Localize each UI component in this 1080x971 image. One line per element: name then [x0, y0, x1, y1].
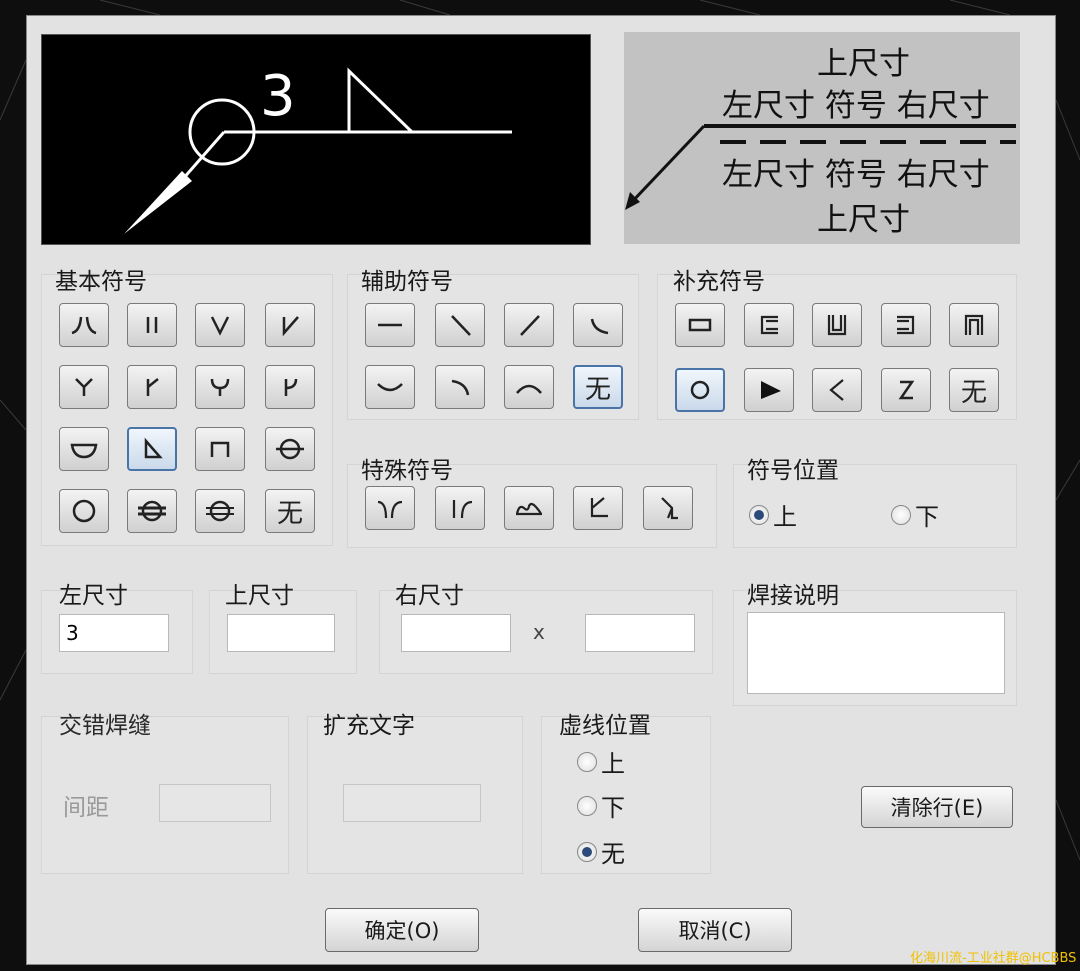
supp-symbol-bracket-left-button[interactable] [744, 303, 794, 347]
aux-symbol-convex-button[interactable] [504, 365, 554, 409]
basic-symbol-half-y-button[interactable] [127, 365, 177, 409]
special-symbol-flare-button[interactable] [365, 486, 415, 530]
aux-symbol-concave-button[interactable] [365, 365, 415, 409]
symbol-position-label: 符号位置 [747, 458, 839, 484]
aux-symbol-slash-button[interactable] [504, 303, 554, 347]
top-dim-input[interactable] [227, 614, 335, 652]
dash-position-down-radio[interactable]: 下 [577, 788, 625, 823]
right-dim-input-2[interactable] [585, 614, 695, 652]
basic-symbol-backing-button[interactable] [59, 427, 109, 471]
right-dim-input-1[interactable] [401, 614, 511, 652]
basic-symbol-seam-2-button[interactable] [195, 489, 245, 533]
preview-label-row-2: 左尺寸 符号 右尺寸 [722, 157, 990, 193]
left-dim-input[interactable] [59, 614, 169, 652]
supp-symbol-all-around-button[interactable] [675, 368, 725, 412]
preview-size-number: 3 [260, 64, 296, 129]
top-dim-label: 上尺寸 [225, 583, 294, 609]
basic-symbol-plug-button[interactable] [195, 427, 245, 471]
dash-position-none-radio[interactable]: 无 [577, 834, 625, 869]
basic-symbol-bevel-button[interactable] [265, 303, 315, 347]
dimension-layout-preview: 上尺寸 左尺寸 符号 右尺寸 左尺寸 符号 右尺寸 上尺寸 [624, 32, 1020, 244]
aux-symbol-backslash-button[interactable] [435, 303, 485, 347]
dash-position-label: 虚线位置 [559, 713, 651, 739]
watermark-text: 化海川流-工业社群@HCBBS [910, 951, 1077, 966]
supp-symbol-none-label: 无 [960, 377, 987, 408]
basic-symbol-flare-v-button[interactable] [59, 303, 109, 347]
basic-symbol-none-button[interactable]: 无 [265, 489, 315, 533]
aux-symbol-convex-corner-button[interactable] [435, 365, 485, 409]
weld-note-label: 焊接说明 [747, 583, 839, 609]
radio-indicator [577, 841, 597, 862]
supp-symbol-angle-button[interactable] [812, 368, 862, 412]
weld-symbol-preview-graphic: 3 [124, 64, 512, 234]
preview-label-top-1: 上尺寸 [817, 46, 910, 82]
supp-symbol-bracket-right-button[interactable] [881, 303, 931, 347]
aux-symbol-concave-corner-button[interactable] [573, 303, 623, 347]
basic-symbol-none-label: 无 [276, 498, 303, 529]
special-symbol-stacked-button[interactable] [504, 486, 554, 530]
dash-position-down-label: 下 [601, 794, 625, 822]
supp-symbol-rect-button[interactable] [675, 303, 725, 347]
basic-symbol-seam-button[interactable] [127, 489, 177, 533]
basic-symbols-label: 基本符号 [55, 269, 147, 295]
right-dim-label: 右尺寸 [395, 583, 464, 609]
radio-indicator [891, 504, 911, 525]
aux-symbol-flat-button[interactable] [365, 303, 415, 347]
ok-button[interactable]: 确定(O) [325, 908, 479, 952]
basic-symbol-u-button[interactable] [195, 365, 245, 409]
weld-note-textarea[interactable] [747, 612, 1005, 694]
special-symbol-half-flare-button[interactable] [435, 486, 485, 530]
ext-text-label: 扩充文字 [323, 713, 415, 739]
basic-symbol-square-button[interactable] [127, 303, 177, 347]
weld-symbol-dialog: 3 上尺寸 左尺寸 符号 右尺寸 左尺寸 符号 右尺寸 上尺寸 基本符号 无 辅… [26, 15, 1056, 965]
supp-symbol-none-button[interactable]: 无 [949, 368, 999, 412]
dash-position-up-radio[interactable]: 上 [577, 744, 625, 779]
right-dim-separator: x [533, 620, 545, 644]
symbol-position-up-radio[interactable]: 上 [749, 497, 797, 532]
dash-position-up-label: 上 [601, 750, 625, 778]
basic-symbol-y-button[interactable] [59, 365, 109, 409]
special-symbols-label: 特殊符号 [361, 458, 453, 484]
radio-indicator [577, 795, 597, 816]
supp-symbol-bracket-top-button[interactable] [949, 303, 999, 347]
basic-symbol-j-button[interactable] [265, 365, 315, 409]
dash-position-none-label: 无 [601, 840, 625, 868]
spacing-input[interactable] [159, 784, 271, 822]
symbol-position-down-radio[interactable]: 下 [891, 497, 939, 532]
spacing-label: 间距 [63, 795, 109, 821]
clear-row-button[interactable]: 清除行(E) [861, 786, 1013, 828]
preview-label-row-1: 左尺寸 符号 右尺寸 [722, 88, 990, 124]
supp-symbols-label: 补充符号 [673, 269, 765, 295]
supp-symbol-field-weld-flag-button[interactable] [744, 368, 794, 412]
basic-symbol-spot-button[interactable] [265, 427, 315, 471]
special-symbol-k2-button[interactable] [643, 486, 693, 530]
stagger-weld-label: 交错焊缝 [59, 713, 151, 739]
symbol-position-up-label: 上 [773, 503, 797, 531]
weld-preview-canvas: 3 [41, 34, 591, 245]
aux-symbol-none-label: 无 [584, 374, 611, 405]
preview-label-bottom-1: 上尺寸 [817, 202, 910, 238]
aux-symbol-none-button[interactable]: 无 [573, 365, 623, 409]
radio-indicator [749, 504, 769, 525]
basic-symbol-circle-button[interactable] [59, 489, 109, 533]
ext-text-input[interactable] [343, 784, 481, 822]
left-dim-label: 左尺寸 [59, 583, 128, 609]
basic-symbol-v-button[interactable] [195, 303, 245, 347]
special-symbol-k-button[interactable] [573, 486, 623, 530]
radio-indicator [577, 751, 597, 772]
supp-symbol-z-button[interactable] [881, 368, 931, 412]
aux-symbols-label: 辅助符号 [361, 269, 453, 295]
cancel-button[interactable]: 取消(C) [638, 908, 792, 952]
supp-symbol-bracket-bottom-button[interactable] [812, 303, 862, 347]
symbol-position-down-label: 下 [915, 503, 939, 531]
basic-symbol-fillet-button[interactable] [127, 427, 177, 471]
